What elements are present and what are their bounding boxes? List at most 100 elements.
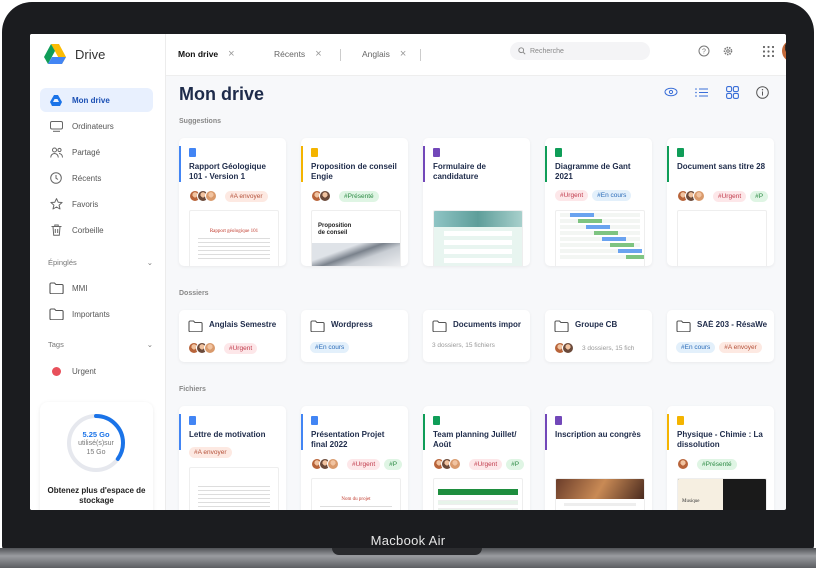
preview-line bbox=[198, 238, 270, 239]
file-preview bbox=[677, 210, 767, 266]
suggestion-card[interactable]: Rapport Géologique 101 - Version 1 #A env… bbox=[179, 138, 286, 266]
avatar-group bbox=[189, 190, 217, 202]
folder-icon bbox=[554, 319, 569, 337]
suggestion-card[interactable]: Formulaire de candidature bbox=[423, 138, 530, 266]
tags-header-label: Tags bbox=[48, 340, 64, 349]
doc-file-icon bbox=[189, 416, 196, 425]
file-card[interactable]: Lettre de motivation #A envoyer bbox=[179, 406, 286, 510]
tag-badge[interactable]: #Urgent bbox=[713, 190, 747, 202]
preview-gantt-row bbox=[560, 213, 640, 217]
avatar-group bbox=[311, 190, 331, 202]
preview-header-image bbox=[434, 211, 522, 227]
folder-card[interactable]: Groupe CB 3 dossiers, 15 fich bbox=[545, 310, 652, 362]
tag-badge[interactable]: #En cours bbox=[676, 342, 716, 353]
sidebar-item-corbeille[interactable]: Corbeille bbox=[40, 218, 153, 242]
list-view-icon[interactable] bbox=[692, 83, 710, 101]
preview-heading: Musique bbox=[682, 499, 700, 504]
preview-sheet-header bbox=[438, 489, 518, 495]
preview-gantt-bar bbox=[578, 219, 602, 223]
file-card[interactable]: Team planning Juillet/ Août #Urgent #P bbox=[423, 406, 530, 510]
tag-badge[interactable]: #Urgent bbox=[347, 458, 381, 470]
tag-badge[interactable]: #Urgent bbox=[555, 190, 589, 201]
close-icon[interactable]: × bbox=[228, 48, 234, 60]
tag-badge[interactable]: #En cours bbox=[592, 190, 632, 201]
preview-slide-left: Musique bbox=[678, 479, 723, 510]
search-input[interactable]: Recherche bbox=[510, 42, 650, 60]
tab-mon-drive[interactable]: Mon drive × bbox=[178, 48, 235, 60]
file-preview: Proposition de conseil bbox=[311, 210, 401, 266]
tab-separator bbox=[340, 49, 341, 61]
preview-line bbox=[198, 494, 270, 495]
card-title: Physique - Chimie : La dissolution bbox=[677, 430, 763, 449]
avatar bbox=[319, 190, 331, 202]
sheet-file-icon bbox=[433, 416, 440, 425]
sidebar-pinned-importants[interactable]: Importants bbox=[40, 302, 153, 326]
preview-header-image bbox=[556, 479, 644, 499]
preview-line bbox=[320, 506, 392, 507]
tag-badge[interactable]: #P bbox=[506, 458, 525, 470]
card-accent-bar bbox=[667, 146, 669, 182]
user-avatar[interactable] bbox=[782, 40, 786, 62]
close-icon[interactable]: × bbox=[400, 48, 406, 60]
preview-gantt-bar bbox=[570, 213, 594, 217]
sidebar-item-partagé[interactable]: Partagé bbox=[40, 140, 153, 164]
sidebar-item-favoris[interactable]: Favoris bbox=[40, 192, 153, 216]
gear-icon[interactable] bbox=[720, 43, 736, 59]
file-card[interactable]: Présentation Projet final 2022 #Urgent #P N… bbox=[301, 406, 408, 510]
preview-gantt-bar bbox=[586, 225, 610, 229]
sidebar-pinned-mmi[interactable]: MMI bbox=[40, 276, 153, 300]
storage-total: 15 Go bbox=[86, 448, 106, 456]
tag-badge[interactable]: #P bbox=[384, 458, 403, 470]
card-title: Présentation Projet final 2022 bbox=[311, 430, 385, 449]
folder-meta: 3 dossiers, 15 fichiers bbox=[432, 342, 495, 349]
computer-icon bbox=[48, 118, 64, 134]
file-card[interactable]: Physique - Chimie : La dissolution #Prése… bbox=[667, 406, 774, 510]
tag-badge[interactable]: #Urgent bbox=[469, 458, 503, 470]
chevron-down-icon: ⌄ bbox=[146, 340, 153, 349]
sidebar-item-récents[interactable]: Récents bbox=[40, 166, 153, 190]
folder-card[interactable]: SAÉ 203 - RésaWe #En cours #A envoyer bbox=[667, 310, 774, 362]
storage-cta[interactable]: Obtenez plus d'espace de stockage bbox=[40, 486, 153, 507]
sidebar-item-ordinateurs[interactable]: Ordinateurs bbox=[40, 114, 153, 138]
close-icon[interactable]: × bbox=[315, 48, 321, 60]
app-logo[interactable]: Drive bbox=[44, 44, 105, 64]
tag-badge[interactable]: #A envoyer bbox=[719, 342, 762, 353]
apps-grid-icon[interactable] bbox=[760, 43, 776, 59]
preview-gantt-bar bbox=[626, 255, 644, 259]
tag-badge[interactable]: #A envoyer bbox=[189, 447, 232, 458]
sidebar-item-label: Urgent bbox=[72, 366, 97, 376]
folder-card[interactable]: Documents impor 3 dossiers, 15 fichiers bbox=[423, 310, 530, 362]
sidebar-item-mon-drive[interactable]: Mon drive bbox=[40, 88, 153, 112]
tag-badge[interactable]: #A envoyer bbox=[225, 190, 268, 202]
preview-line bbox=[198, 486, 270, 487]
file-card[interactable]: Inscription au congrès bbox=[545, 406, 652, 510]
folder-counts: 3 dossiers, 15 fich bbox=[582, 344, 635, 352]
avatar bbox=[449, 458, 461, 470]
sheet-file-icon bbox=[555, 148, 562, 157]
eye-icon[interactable] bbox=[662, 83, 680, 101]
tag-badge[interactable]: #Urgent bbox=[224, 342, 258, 354]
pinned-header[interactable]: Épinglés ⌄ bbox=[48, 258, 153, 267]
info-icon[interactable] bbox=[753, 83, 771, 101]
suggestion-card[interactable]: Proposition de conseil Engie #Présenté Pro… bbox=[301, 138, 408, 266]
tag-badge[interactable]: #Présenté bbox=[339, 190, 379, 202]
tags-header[interactable]: Tags ⌄ bbox=[48, 340, 153, 349]
grid-view-icon[interactable] bbox=[723, 83, 741, 101]
folder-card[interactable]: Wordpress #En cours bbox=[301, 310, 408, 362]
tab-anglais[interactable]: Anglais × bbox=[362, 48, 406, 60]
tag-badge[interactable]: #En cours bbox=[310, 342, 350, 353]
sidebar-tag-urgent[interactable]: Urgent bbox=[40, 359, 153, 383]
preview-line bbox=[564, 503, 636, 506]
search-icon bbox=[518, 47, 526, 55]
tag-badge[interactable]: #P bbox=[750, 190, 769, 202]
card-tags: #A envoyer bbox=[189, 190, 268, 202]
tag-badge[interactable]: #Présenté bbox=[697, 458, 737, 470]
suggestion-card[interactable]: Document sans titre 28 #Urgent #P bbox=[667, 138, 774, 266]
tab-récents[interactable]: Récents × bbox=[274, 48, 322, 60]
folder-card[interactable]: Anglais Semestre #Urgent bbox=[179, 310, 286, 362]
suggestion-card[interactable]: Diagramme de Gant 2021 #Urgent #En cours bbox=[545, 138, 652, 266]
file-preview bbox=[555, 478, 645, 510]
help-icon[interactable]: ? bbox=[696, 43, 712, 59]
folder-meta: 3 dossiers, 15 fich bbox=[554, 342, 634, 354]
preview-sheet-row bbox=[438, 509, 518, 510]
